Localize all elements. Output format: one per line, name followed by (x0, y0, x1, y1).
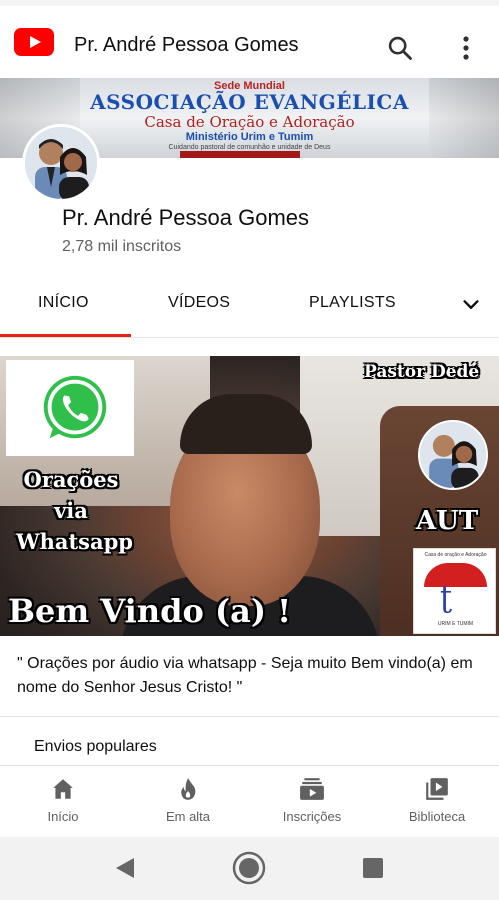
ministry-logo-mark: ʈ (440, 580, 453, 615)
flame-icon (181, 778, 196, 800)
tab-inicio[interactable]: INÍCIO (38, 294, 89, 312)
overlay-oracoes-text: Orações via Whatsapp (16, 467, 133, 554)
banner-line-association: ASSOCIAÇÃO EVANGÉLICA (90, 90, 409, 114)
subscriber-count: 2,78 mil inscritos (62, 238, 182, 255)
top-app-bar: Pr. André Pessoa Gomes (0, 0, 499, 78)
topbar-channel-title: Pr. André Pessoa Gomes (74, 34, 299, 56)
tab-videos[interactable]: VÍDEOS (168, 294, 230, 312)
home-button-icon[interactable] (232, 851, 266, 885)
nav-item-subscriptions[interactable]: Inscrições (262, 766, 362, 838)
bottom-navigation: Início Em alta Inscrições Biblioteca (0, 765, 499, 837)
channel-description: " Orações por áudio via whatsapp - Seja … (17, 655, 473, 696)
nav-item-library[interactable]: Biblioteca (387, 766, 487, 838)
ministry-logo: Casa de oração e Adoração ʈ URIM E TUMIM (413, 548, 496, 634)
featured-video-thumbnail[interactable]: Orações via Whatsapp Pastor Dedé AUT Cas… (0, 356, 499, 636)
whatsapp-badge (6, 360, 134, 456)
nav-label-home: Início (47, 809, 79, 824)
overlay-pastor-text: Pastor Dedé (364, 362, 480, 382)
avatar-photo (25, 127, 97, 199)
ministry-logo-top-text: Casa de oração e Adoração (424, 552, 487, 558)
system-navigation-bar (0, 837, 499, 900)
whatsapp-icon (43, 375, 107, 439)
tab-playlists[interactable]: PLAYLISTS (309, 294, 396, 312)
divider (0, 716, 499, 717)
nav-label-library: Biblioteca (408, 809, 466, 824)
search-icon[interactable] (386, 34, 414, 62)
overlay-aut-text: AUT (416, 506, 479, 536)
nav-item-trending[interactable]: Em alta (138, 766, 238, 838)
ministry-logo-bottom-text: URIM E TUMIM (437, 621, 474, 627)
recent-apps-icon[interactable] (362, 857, 384, 879)
overlay-bemvindo-text: Bem Vindo (a) ! (8, 592, 292, 630)
section-title-popular-uploads: Envios populares (34, 738, 157, 755)
home-icon (53, 779, 73, 799)
nav-item-home[interactable]: Início (13, 766, 113, 838)
channel-name: Pr. André Pessoa Gomes (62, 205, 310, 230)
channel-tabs: INÍCIO VÍDEOS PLAYLISTS (0, 274, 499, 338)
more-vert-icon[interactable] (454, 32, 478, 64)
active-tab-indicator (0, 334, 131, 337)
library-icon (426, 778, 448, 800)
subscriptions-icon (300, 778, 324, 800)
pastor-photo-inset (418, 420, 488, 490)
back-icon[interactable] (114, 856, 136, 880)
chevron-down-icon[interactable] (460, 294, 482, 316)
nav-label-trending: Em alta (165, 809, 211, 824)
nav-label-subscriptions: Inscrições (282, 809, 342, 824)
channel-avatar[interactable] (22, 124, 100, 202)
youtube-logo-icon[interactable] (14, 28, 54, 56)
